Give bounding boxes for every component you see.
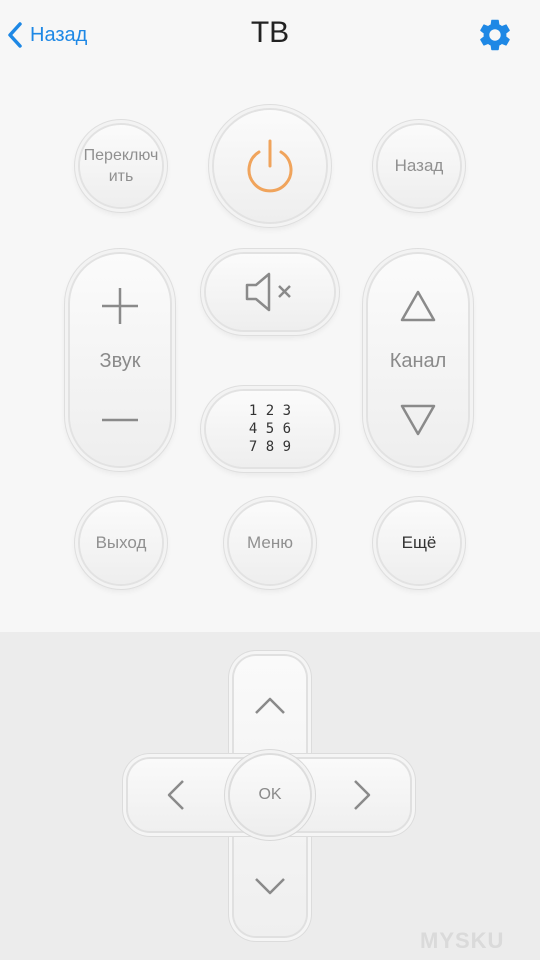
volume-up-button[interactable] (70, 276, 170, 336)
input-switch-button[interactable]: Переключ ить (80, 125, 162, 207)
input-switch-label-line2: ить (108, 168, 134, 185)
power-button[interactable] (214, 110, 326, 222)
triangle-down-icon (400, 404, 436, 436)
back-button[interactable]: Назад (6, 20, 87, 50)
channel-down-button[interactable] (368, 390, 468, 450)
dpad-right-button[interactable] (314, 759, 410, 831)
volume-down-button[interactable] (70, 390, 170, 450)
gear-icon (480, 19, 510, 51)
minus-icon (102, 418, 138, 422)
numpad-row-1: 1 2 3 (248, 403, 292, 419)
settings-button[interactable] (476, 16, 514, 54)
back-remote-button[interactable]: Назад (378, 125, 460, 207)
numpad-row-2: 4 5 6 (248, 421, 292, 437)
mute-button[interactable] (206, 254, 334, 330)
channel-rocker: Канал (368, 254, 468, 466)
input-switch-label: Переключ ить (84, 145, 159, 187)
triangle-up-icon (400, 290, 436, 322)
numpad-button[interactable]: 1 2 3 4 5 6 7 8 9 (206, 391, 334, 467)
chevron-down-icon (255, 878, 285, 895)
volume-rocker: Звук (70, 254, 170, 466)
page-title: ТВ (250, 16, 290, 49)
chevron-up-icon (255, 697, 285, 714)
watermark-text: MYSKU (420, 928, 505, 953)
power-icon (247, 139, 293, 193)
numpad-row-3: 7 8 9 (248, 439, 292, 455)
plus-icon (102, 288, 138, 324)
dpad-up-button[interactable] (234, 656, 306, 756)
dpad-left-button[interactable] (128, 759, 224, 831)
dpad-panel: OK (0, 632, 540, 960)
ok-button[interactable]: OK (230, 755, 310, 835)
dpad-down-button[interactable] (234, 836, 306, 936)
chevron-right-icon (354, 780, 371, 810)
volume-label: Звук (99, 350, 141, 372)
chevron-left-icon (8, 22, 22, 48)
chevron-left-icon (167, 780, 184, 810)
menu-button[interactable]: Меню (229, 502, 311, 584)
exit-button[interactable]: Выход (80, 502, 162, 584)
back-button-label: Назад (30, 23, 88, 46)
mute-icon (245, 272, 291, 312)
input-switch-label-line1: Переключ (83, 147, 159, 164)
more-button[interactable]: Ещё (378, 502, 460, 584)
channel-up-button[interactable] (368, 276, 468, 336)
channel-label: Канал (389, 350, 447, 372)
